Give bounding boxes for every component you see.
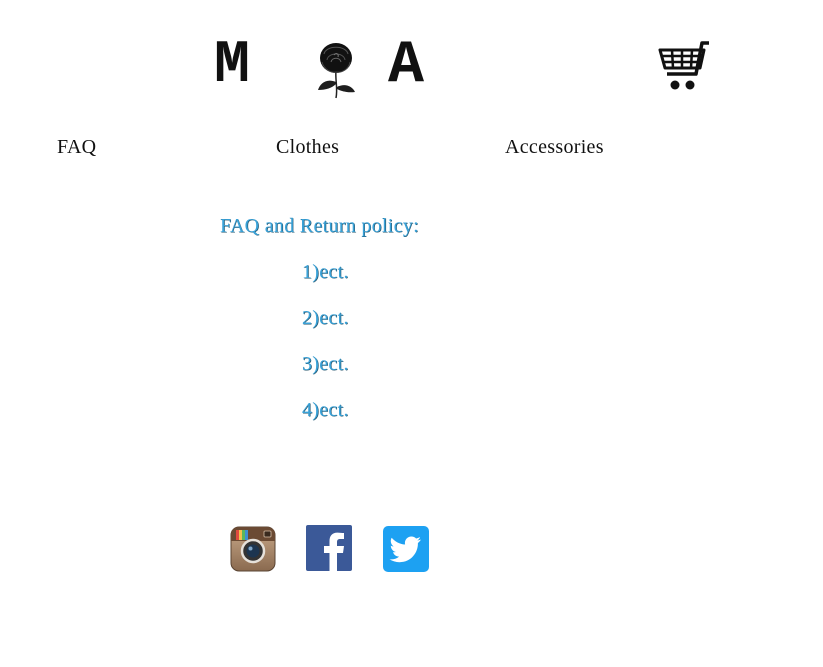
faq-item: 2)ect. xyxy=(302,307,349,329)
facebook-icon[interactable] xyxy=(306,525,352,571)
rose-icon xyxy=(318,43,355,99)
nav-faq-link[interactable]: FAQ xyxy=(57,135,96,159)
instagram-icon[interactable] xyxy=(230,526,276,572)
faq-item: 3)ect. xyxy=(302,353,349,375)
nav-clothes-link[interactable]: Clothes xyxy=(276,135,339,159)
faq-item: 1)ect. xyxy=(302,261,349,283)
nav-accessories-link[interactable]: Accessories xyxy=(505,135,604,159)
logo-letter-m: M xyxy=(214,32,251,100)
page: M A FAQ Clothes Accessories FAQ and Retu… xyxy=(0,0,823,667)
faq-item: 4)ect. xyxy=(302,399,349,421)
shopping-cart-icon[interactable] xyxy=(657,40,711,94)
twitter-icon[interactable] xyxy=(383,526,429,572)
logo-letter-a: A xyxy=(388,32,425,100)
faq-heading: FAQ and Return policy: xyxy=(220,215,419,237)
